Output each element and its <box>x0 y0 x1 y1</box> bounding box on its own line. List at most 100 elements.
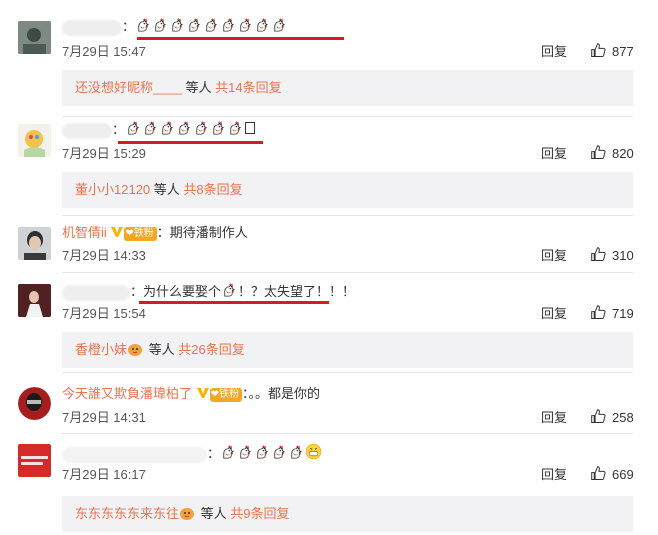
sub-reply-username[interactable]: 香橙小妹 <box>75 342 127 357</box>
rooster-emoji-icon <box>142 121 159 137</box>
thumbs-up-icon <box>590 409 612 425</box>
comment-time: 7月29日 15:29 <box>62 146 146 161</box>
avatar[interactable] <box>18 124 51 157</box>
comment-time: 7月29日 14:31 <box>62 410 146 425</box>
like-button[interactable]: 669 <box>590 465 634 483</box>
username[interactable]: 机智倩ii <box>62 225 107 240</box>
sub-replies-box[interactable]: 还没想好昵称____ 等人 共14条回复 <box>62 70 633 106</box>
like-button[interactable]: 310 <box>590 246 634 264</box>
highlight-underline <box>137 37 344 40</box>
reply-button[interactable]: 回复 <box>541 248 567 264</box>
like-button[interactable]: 258 <box>590 408 634 426</box>
reply-button[interactable]: 回复 <box>541 44 567 60</box>
rooster-emoji-icon <box>271 445 288 461</box>
sub-replies-box[interactable]: 香橙小妹 等人 共26条回复 <box>62 332 633 368</box>
rooster-emoji-icon <box>186 18 203 34</box>
highlight-underline <box>118 141 263 144</box>
comment-time: 7月29日 15:54 <box>62 306 146 321</box>
grin-emoji-icon <box>305 443 324 461</box>
verified-icon <box>110 225 124 240</box>
like-button[interactable]: 877 <box>590 42 634 60</box>
comment-item: ： 7月29日 16:17 回复 669 东东东东东来东往 等人 共9条回复 <box>0 434 658 535</box>
rooster-emoji-icon <box>254 445 271 461</box>
fan-badge: ❤铁粉 <box>124 227 157 241</box>
rooster-emoji-icon <box>254 18 271 34</box>
rooster-emoji-icon <box>152 18 169 34</box>
like-count: 820 <box>612 146 634 161</box>
mini-avatar-icon <box>127 342 145 357</box>
comment-time: 7月29日 15:47 <box>62 44 146 59</box>
username-blurred[interactable] <box>62 446 207 463</box>
username-blurred[interactable] <box>62 284 130 301</box>
rooster-emoji-icon <box>203 18 220 34</box>
thumbs-up-icon <box>590 247 612 263</box>
highlight-underline <box>139 301 329 304</box>
comment-item: ： 7月29日 15:29 回复 820 董小小12120 等人 共8条回复 <box>0 117 658 216</box>
avatar[interactable] <box>18 227 51 260</box>
sub-reply-middle: 等人 <box>145 342 179 357</box>
rooster-emoji-icon <box>193 121 210 137</box>
comment-line: 今天誰又欺負潘瑋柏了 ❤铁粉 ：。。都是你的 <box>62 385 320 403</box>
like-count: 877 <box>612 44 634 59</box>
rooster-emoji-icon <box>176 121 193 137</box>
sub-replies-box[interactable]: 东东东东东来东往 等人 共9条回复 <box>62 496 633 532</box>
sub-replies-box[interactable]: 董小小12120 等人 共8条回复 <box>62 172 633 208</box>
comment-item: ： 7月29日 15:47 回复 877 还没想好昵称____ 等人 共14条回… <box>0 0 658 117</box>
rooster-emoji-icon <box>125 121 142 137</box>
avatar[interactable] <box>18 444 51 477</box>
rooster-emoji-icon <box>220 445 237 461</box>
username[interactable]: 今天誰又欺負潘瑋柏了 <box>62 386 192 401</box>
username-blurred[interactable] <box>62 122 112 139</box>
reply-button[interactable]: 回复 <box>541 410 567 426</box>
like-count: 258 <box>612 410 634 425</box>
comment-line: ： <box>62 18 288 36</box>
reply-button[interactable]: 回复 <box>541 306 567 322</box>
comment-text: ：。。都是你的 <box>242 386 321 401</box>
comment-item: 今天誰又欺負潘瑋柏了 ❤铁粉 ：。。都是你的 7月29日 14:31 回复 258 <box>0 373 658 434</box>
like-count: 719 <box>612 306 634 321</box>
like-button[interactable]: 820 <box>590 144 634 162</box>
reply-button[interactable]: 回复 <box>541 467 567 483</box>
comment-item: 机智倩ii ❤铁粉 ：期待潘制作人 7月29日 14:33 回复 310 <box>0 216 658 273</box>
sub-reply-username[interactable]: 东东东东东来东往 <box>75 506 179 521</box>
rooster-emoji-icon <box>169 18 186 34</box>
sub-reply-count-link[interactable]: 共14条回复 <box>215 80 281 95</box>
comment-time: 7月29日 14:33 <box>62 248 146 263</box>
avatar[interactable] <box>18 284 51 317</box>
comment-time: 7月29日 16:17 <box>62 467 146 482</box>
reply-button[interactable]: 回复 <box>541 146 567 162</box>
avatar[interactable] <box>18 21 51 54</box>
sub-reply-count-link[interactable]: 共26条回复 <box>178 342 244 357</box>
comment-item: ：为什么要娶个 ！？太失望了！！！ 7月29日 15:54 回复 719 香橙小妹… <box>0 273 658 373</box>
comment-line: ： <box>62 121 256 139</box>
rooster-emoji-icon <box>227 121 244 137</box>
rooster-emoji-icon <box>237 18 254 34</box>
avatar[interactable] <box>18 387 51 420</box>
sub-reply-count-link[interactable]: 共9条回复 <box>230 506 289 521</box>
comment-text: ：期待潘制作人 <box>156 225 248 240</box>
verified-icon <box>196 386 210 401</box>
thumbs-up-icon <box>590 145 612 161</box>
sub-reply-middle: 等人 <box>181 80 216 95</box>
sub-reply-username[interactable]: 还没想好昵称____ <box>75 80 182 95</box>
comment-line: ： <box>62 443 324 463</box>
thumbs-up-icon <box>590 43 612 59</box>
username-blurred[interactable] <box>62 19 122 36</box>
comment-line: 机智倩ii ❤铁粉 ：期待潘制作人 <box>62 224 248 242</box>
sub-reply-middle: 等人 <box>150 182 184 197</box>
rooster-emoji-icon <box>210 121 227 137</box>
comment-text: ：为什么要娶个 <box>130 284 222 299</box>
like-button[interactable]: 719 <box>590 304 634 322</box>
sub-reply-count-link[interactable]: 共8条回复 <box>183 182 242 197</box>
fan-badge: ❤铁粉 <box>209 388 243 402</box>
rooster-emoji-icon <box>221 283 238 299</box>
mini-avatar-icon <box>179 506 197 521</box>
rooster-emoji-icon <box>220 18 237 34</box>
comment-line: ：为什么要娶个 ！？太失望了！！！ <box>62 283 355 301</box>
rooster-emoji-icon <box>159 121 176 137</box>
rooster-emoji-icon <box>135 18 152 34</box>
rooster-emoji-icon <box>271 18 288 34</box>
sub-reply-username[interactable]: 董小小12120 <box>75 182 150 197</box>
like-count: 310 <box>612 248 634 263</box>
like-count: 669 <box>612 467 634 482</box>
